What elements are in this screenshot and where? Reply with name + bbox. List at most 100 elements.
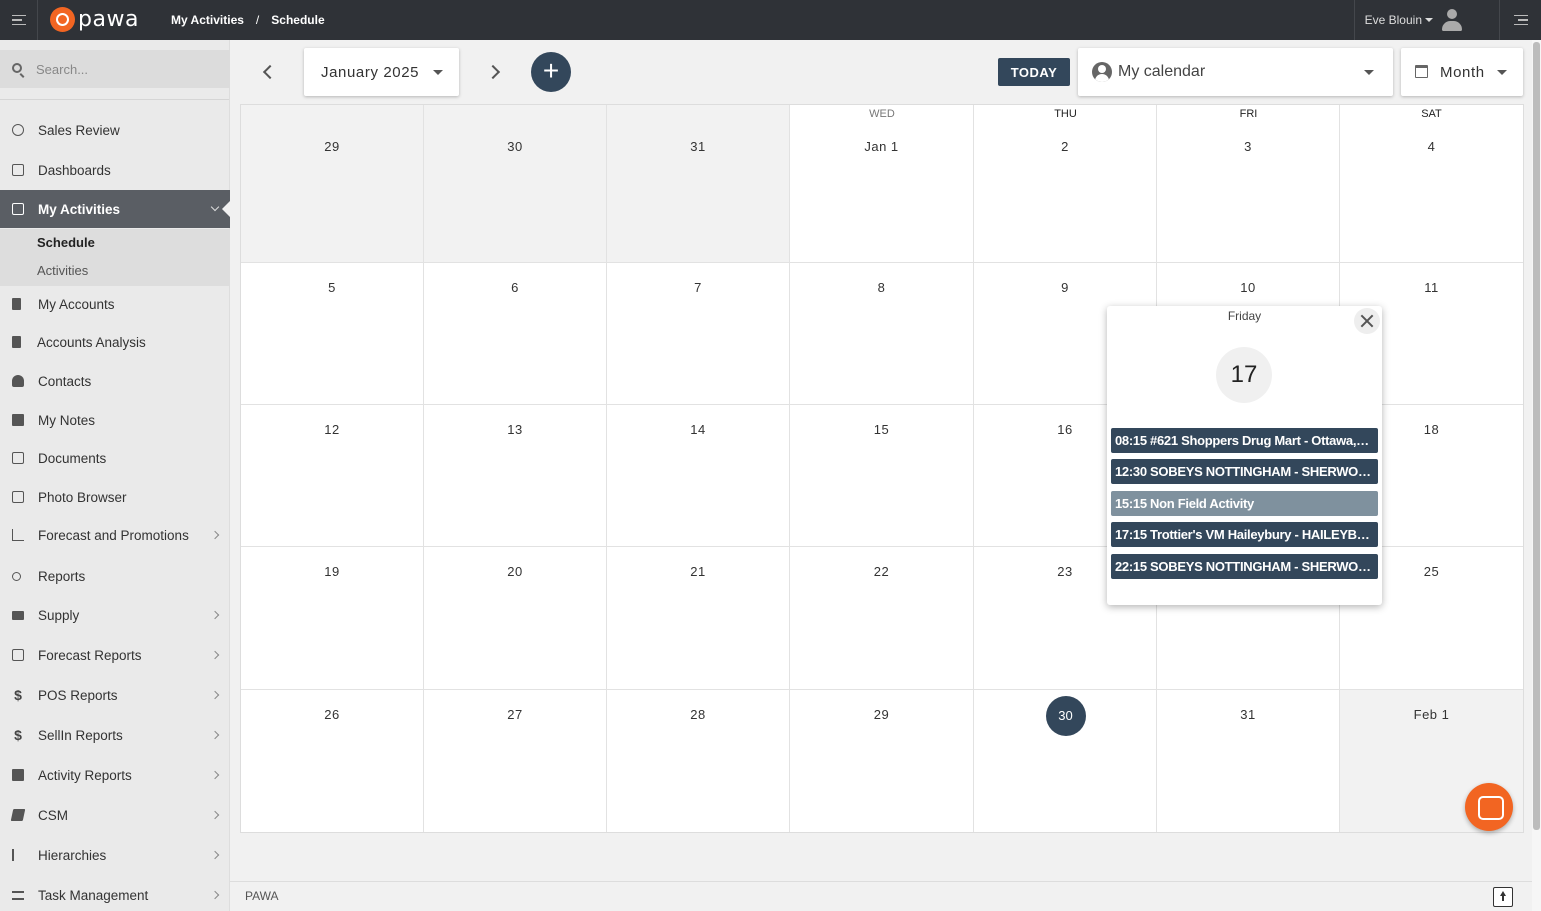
breadcrumb-my-activities[interactable]: My Activities <box>171 13 244 27</box>
month-picker[interactable]: January 2025 <box>304 48 459 96</box>
day-number[interactable]: 28 <box>607 707 789 722</box>
sidebar-item-hierarchies[interactable]: Hierarchies <box>0 836 230 874</box>
event-item[interactable]: 12:30 SOBEYS NOTTINGHAM - SHERWOOD PARK <box>1111 459 1378 484</box>
event-item[interactable]: 22:15 SOBEYS NOTTINGHAM - SHERWOOD PARK <box>1111 554 1378 579</box>
level-down-icon <box>12 849 18 861</box>
day-number[interactable]: 29 <box>241 139 423 154</box>
sidebar-item-documents[interactable]: Documents <box>0 439 230 477</box>
vertical-scrollbar[interactable] <box>1532 40 1541 911</box>
day-cell[interactable]: 3 <box>1157 105 1340 263</box>
day-number[interactable]: 29 <box>790 707 973 722</box>
day-number[interactable]: 15 <box>790 422 973 437</box>
day-cell[interactable]: Jan 1 <box>790 105 974 263</box>
sidebar-item-photo-browser[interactable]: Photo Browser <box>0 478 230 516</box>
day-cell[interactable]: 2 <box>974 105 1157 263</box>
sidebar-item-my-notes[interactable]: My Notes <box>0 401 230 439</box>
sidebar-item-csm[interactable]: CSM <box>0 796 230 834</box>
day-cell[interactable]: 5 <box>241 263 424 405</box>
next-month-button[interactable] <box>485 64 501 80</box>
day-cell[interactable]: 7 <box>607 263 790 405</box>
day-number[interactable]: 12 <box>241 422 423 437</box>
previous-month-button[interactable] <box>262 64 278 80</box>
sidebar-item-dashboards[interactable]: Dashboards <box>0 151 230 189</box>
menu-toggle-button[interactable] <box>0 0 38 40</box>
scroll-to-top-button[interactable] <box>1493 887 1513 907</box>
day-cell[interactable]: 30 <box>424 105 607 263</box>
day-number[interactable]: 27 <box>424 707 606 722</box>
day-number[interactable]: 26 <box>241 707 423 722</box>
day-number[interactable]: 3 <box>1157 139 1339 154</box>
sidebar-item-supply[interactable]: Supply <box>0 596 230 634</box>
day-number[interactable]: 31 <box>607 139 789 154</box>
day-cell[interactable]: 21 <box>607 547 790 690</box>
add-activity-button[interactable]: + <box>531 52 571 92</box>
chat-button[interactable] <box>1465 783 1513 831</box>
event-item[interactable]: 08:15 #621 Shoppers Drug Mart - Ottawa, … <box>1111 428 1378 453</box>
today-day-number[interactable]: 30 <box>1045 696 1086 736</box>
day-number[interactable]: 7 <box>607 280 789 295</box>
day-number[interactable]: 14 <box>607 422 789 437</box>
day-number[interactable]: 13 <box>424 422 606 437</box>
day-cell[interactable]: 22 <box>790 547 974 690</box>
sidebar-item-sales-review[interactable]: Sales Review <box>0 111 230 149</box>
day-number[interactable]: 21 <box>607 564 789 579</box>
day-cell[interactable]: 14 <box>607 405 790 547</box>
popup-day-number[interactable]: 17 <box>1216 347 1272 403</box>
day-cell[interactable]: 26 <box>241 690 424 832</box>
day-cell[interactable]: 12 <box>241 405 424 547</box>
sidebar-item-reports[interactable]: Reports <box>0 557 230 595</box>
sidebar-item-my-activities[interactable]: My Activities <box>0 190 231 228</box>
event-item[interactable]: 15:15 Non Field Activity <box>1111 491 1378 516</box>
day-number[interactable]: 9 <box>974 280 1156 295</box>
day-cell[interactable]: 30 <box>974 690 1157 832</box>
submenu-item-schedule[interactable]: Schedule <box>37 235 95 250</box>
day-cell[interactable]: 31 <box>1157 690 1340 832</box>
sidebar-item-forecast-reports[interactable]: Forecast Reports <box>0 636 230 674</box>
scrollbar-thumb[interactable] <box>1533 42 1540 830</box>
day-number[interactable]: 4 <box>1340 139 1523 154</box>
day-cell[interactable]: 4 <box>1340 105 1523 263</box>
day-cell[interactable]: 27 <box>424 690 607 832</box>
day-cell[interactable]: 20 <box>424 547 607 690</box>
day-number[interactable]: 31 <box>1157 707 1339 722</box>
day-number[interactable]: 20 <box>424 564 606 579</box>
day-number[interactable]: 10 <box>1157 280 1339 295</box>
sidebar-item-activity-reports[interactable]: Activity Reports <box>0 756 230 794</box>
day-cell[interactable]: 28 <box>607 690 790 832</box>
day-cell[interactable]: 8 <box>790 263 974 405</box>
right-menu-button[interactable] <box>1499 0 1541 40</box>
view-select[interactable]: Month <box>1401 48 1523 96</box>
sidebar-item-pos-reports[interactable]: $ POS Reports <box>0 676 230 714</box>
event-item[interactable]: 17:15 Trottier's VM Haileybury - HAILEYB… <box>1111 522 1378 547</box>
submenu-item-activities[interactable]: Activities <box>37 263 88 278</box>
day-number[interactable]: Feb 1 <box>1340 707 1523 722</box>
user-menu[interactable]: Eve Blouin <box>1353 0 1463 40</box>
day-cell[interactable]: 15 <box>790 405 974 547</box>
day-number[interactable]: 8 <box>790 280 973 295</box>
sidebar-item-task-management[interactable]: Task Management <box>0 876 230 911</box>
calendar-select[interactable]: My calendar <box>1078 48 1393 96</box>
day-cell[interactable]: 29 <box>790 690 974 832</box>
day-cell[interactable]: 29 <box>241 105 424 263</box>
day-number[interactable]: 6 <box>424 280 606 295</box>
day-number[interactable]: 2 <box>974 139 1156 154</box>
sidebar-item-sellin-reports[interactable]: $ SellIn Reports <box>0 716 230 754</box>
today-button[interactable]: TODAY <box>998 58 1070 86</box>
day-number[interactable]: 30 <box>424 139 606 154</box>
close-icon[interactable] <box>1354 308 1380 334</box>
search-input[interactable] <box>36 50 216 88</box>
day-number[interactable]: 11 <box>1340 280 1523 295</box>
sidebar-item-my-accounts[interactable]: My Accounts <box>0 285 230 323</box>
day-cell[interactable]: 6 <box>424 263 607 405</box>
app-logo[interactable]: pawa <box>50 7 139 32</box>
day-number[interactable]: 5 <box>241 280 423 295</box>
sidebar-item-accounts-analysis[interactable]: Accounts Analysis <box>0 323 230 361</box>
day-number[interactable]: 22 <box>790 564 973 579</box>
sidebar-item-contacts[interactable]: Contacts <box>0 362 230 400</box>
day-cell[interactable]: 31 <box>607 105 790 263</box>
sidebar-item-forecast-and-promotions[interactable]: Forecast and Promotions <box>0 516 230 554</box>
day-number[interactable]: Jan 1 <box>790 139 973 154</box>
day-cell[interactable]: 13 <box>424 405 607 547</box>
day-number[interactable]: 19 <box>241 564 423 579</box>
day-cell[interactable]: 19 <box>241 547 424 690</box>
